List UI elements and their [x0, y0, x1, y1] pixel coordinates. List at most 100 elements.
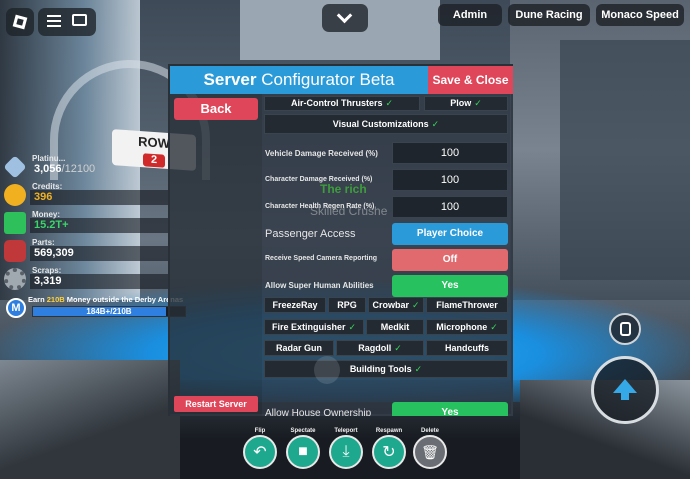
- tool-ragdoll[interactable]: Ragdoll ✓: [336, 340, 424, 356]
- toggle-plow[interactable]: Plow ✓: [424, 96, 508, 111]
- tool-fire-extinguisher-label: Fire Extinguisher: [271, 322, 346, 332]
- panel-title-rest: Configurator Beta: [256, 70, 395, 89]
- toggle-building-label: Building Tools: [349, 364, 412, 374]
- stat-scraps-label: Scraps:: [32, 266, 62, 275]
- hamburger-icon[interactable]: [47, 15, 61, 27]
- settings-scroll-area[interactable]: Air-Control Thrusters ✓ Plow ✓ Visual Cust…: [262, 94, 513, 416]
- vehicle-damage-input[interactable]: 100: [392, 142, 508, 164]
- stat-money-label: Money:: [32, 210, 60, 219]
- tool-microphone[interactable]: Microphone ✓: [426, 319, 508, 335]
- toggle-building-tools[interactable]: Building Tools ✓: [264, 360, 508, 378]
- spectate-tool[interactable]: Spectate ■: [285, 428, 321, 469]
- dune-racing-button[interactable]: Dune Racing: [508, 4, 590, 26]
- admin-button[interactable]: Admin: [438, 4, 502, 26]
- back-button[interactable]: Back: [174, 98, 258, 120]
- tool-handcuffs[interactable]: Handcuffs: [426, 340, 508, 356]
- toggle-air-control-label: Air-Control Thrusters: [290, 98, 383, 108]
- quest-widget: M Earn 210B Money outside the Derby Aren…: [2, 295, 190, 320]
- nameplate-subtext: Skilled Crushe: [310, 204, 388, 218]
- teleport-tool[interactable]: Teleport ⤓: [328, 428, 364, 469]
- stat-parts: Parts: 569,309: [2, 238, 170, 264]
- camera-icon: ■: [286, 435, 320, 469]
- quest-text: Earn 210B Money outside the Derby Arenas: [28, 295, 183, 304]
- health-regen-input[interactable]: 100: [392, 196, 508, 218]
- nameplate-text: The rich: [320, 182, 367, 196]
- stat-platinum-value: 3,056/12100: [34, 163, 95, 175]
- roblox-menu-button[interactable]: [6, 8, 34, 36]
- refresh-icon: ↻: [372, 435, 406, 469]
- money-icon: [4, 212, 26, 234]
- respawn-tool[interactable]: Respawn ↻: [371, 428, 407, 469]
- check-icon: ✓: [490, 322, 498, 332]
- house-ownership-toggle[interactable]: Yes: [392, 402, 508, 416]
- tool-freezeray-label: FreezeRay: [272, 300, 318, 310]
- speed-camera-toggle[interactable]: Off: [392, 249, 508, 271]
- tool-flamethrower[interactable]: FlameThrower: [426, 297, 508, 313]
- tool-fire-extinguisher[interactable]: Fire Extinguisher ✓: [264, 319, 364, 335]
- stat-scraps-value: 3,319: [34, 275, 62, 287]
- character-damage-input[interactable]: 100: [392, 169, 508, 191]
- flip-tool[interactable]: Flip ↶: [242, 428, 278, 469]
- stat-platinum-amount: 3,056: [34, 163, 62, 175]
- quest-badge: M: [6, 298, 26, 318]
- stat-platinum: Platinu... 3,056/12100: [2, 154, 170, 180]
- stat-credits-value: 396: [34, 191, 53, 203]
- check-icon: ✓: [431, 119, 440, 129]
- quest-text-pre: Earn: [28, 295, 47, 304]
- respawn-label: Respawn: [375, 428, 403, 434]
- platinum-icon: [3, 155, 27, 179]
- stat-credits-label: Credits:: [32, 182, 63, 191]
- toggle-visual-customizations[interactable]: Visual Customizations ✓: [264, 114, 508, 134]
- tool-radar-gun-label: Radar Gun: [275, 343, 322, 353]
- right-structure: [560, 40, 690, 280]
- stat-money: Money: 15.2T+: [2, 210, 170, 236]
- stat-parts-label: Parts:: [32, 238, 55, 247]
- tool-medkit-label: Medkit: [380, 322, 410, 332]
- tool-ragdoll-label: Ragdoll: [358, 343, 392, 353]
- game-viewport: ROW 2 Admin Dune Racing Monaco Speed Pla…: [0, 0, 690, 479]
- chat-icon[interactable]: [72, 14, 87, 26]
- tool-radar-gun[interactable]: Radar Gun: [264, 340, 334, 356]
- roblox-logo-icon: [12, 14, 28, 30]
- jump-button[interactable]: [591, 356, 659, 424]
- seat-icon: [620, 322, 631, 336]
- hand-cursor-icon: [314, 356, 340, 384]
- collapse-toggle-button[interactable]: [322, 4, 368, 32]
- quest-text-highlight: 210B: [46, 295, 65, 304]
- check-icon: ✓: [385, 98, 394, 108]
- parts-icon: [4, 240, 26, 262]
- vehicle-seat-button[interactable]: [609, 313, 641, 345]
- tool-medkit[interactable]: Medkit: [366, 319, 424, 335]
- tool-crowbar[interactable]: Crowbar ✓: [368, 297, 424, 313]
- stat-credits: Credits: 396: [2, 182, 170, 208]
- tool-handcuffs-label: Handcuffs: [444, 343, 489, 353]
- undo-arrow-icon: ↶: [243, 435, 277, 469]
- passenger-access-dropdown[interactable]: Player Choice: [392, 223, 508, 245]
- monaco-speed-button[interactable]: Monaco Speed: [596, 4, 684, 26]
- passenger-access-label: Passenger Access: [265, 228, 356, 240]
- left-pillar: [0, 360, 180, 479]
- spectate-label: Spectate: [290, 428, 316, 434]
- restart-server-button[interactable]: Restart Server: [174, 396, 258, 412]
- check-icon: ✓: [394, 343, 402, 353]
- quest-progress-bar: 184B+/210B: [32, 306, 186, 317]
- stat-parts-value: 569,309: [34, 247, 74, 259]
- credits-icon: [4, 184, 26, 206]
- tool-freezeray[interactable]: FreezeRay: [264, 297, 326, 313]
- vehicle-damage-label: Vehicle Damage Received (%): [265, 149, 378, 158]
- tool-microphone-label: Microphone: [436, 322, 488, 332]
- trash-icon: 🗑: [413, 435, 447, 469]
- tool-flamethrower-label: FlameThrower: [436, 300, 498, 310]
- tool-rpg[interactable]: RPG: [328, 297, 366, 313]
- tool-rpg-label: RPG: [337, 300, 357, 310]
- toggle-visual-label: Visual Customizations: [332, 119, 429, 129]
- quest-text-post: Money outside the Derby Arenas: [64, 295, 184, 304]
- toggle-plow-label: Plow: [450, 98, 472, 108]
- delete-tool[interactable]: Delete 🗑: [412, 428, 448, 469]
- save-and-close-button[interactable]: Save & Close: [428, 66, 513, 94]
- check-icon: ✓: [414, 364, 423, 374]
- toggle-air-control-thrusters[interactable]: Air-Control Thrusters ✓: [264, 96, 420, 111]
- panel-title-bold: Server: [203, 70, 257, 89]
- super-human-toggle[interactable]: Yes: [392, 275, 508, 297]
- chevron-down-icon: [336, 7, 353, 24]
